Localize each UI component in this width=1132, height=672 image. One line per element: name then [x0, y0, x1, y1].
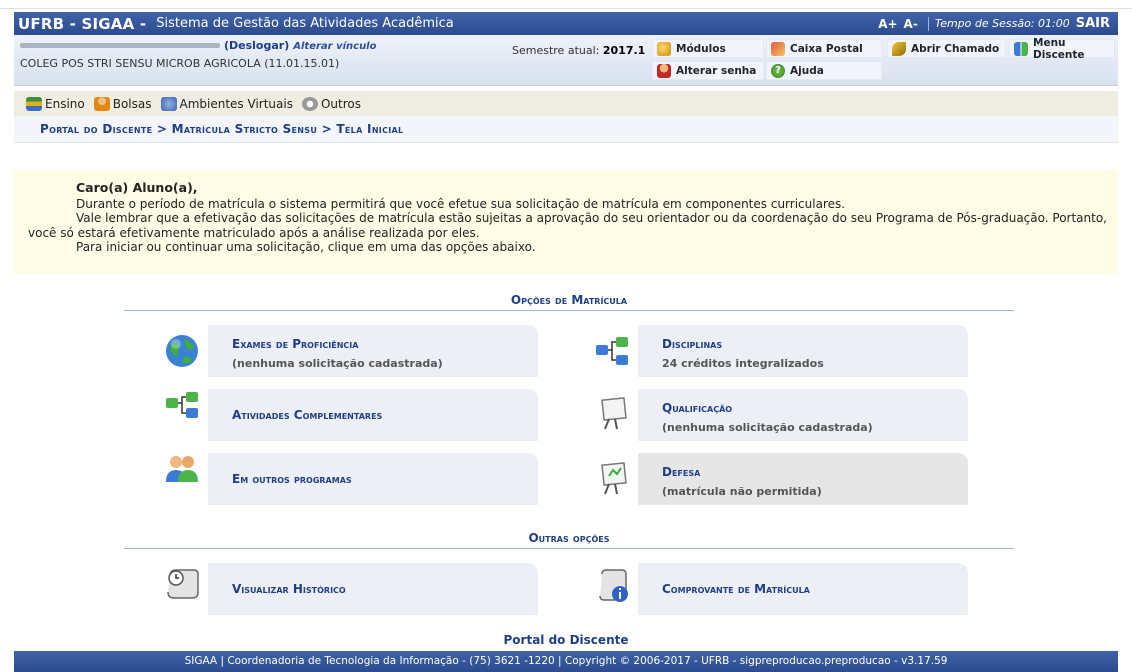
notice-line-2: Vale lembrar que a efetivação das solici… — [28, 211, 1107, 240]
menu-label: Abrir Chamado — [911, 42, 1000, 55]
option-subtitle: 24 créditos integralizados — [662, 357, 824, 370]
option-qualificacao[interactable]: Qualificação (nenhuma solicitação cadast… — [638, 389, 968, 441]
option-subtitle: (nenhuma solicitação cadastrada) — [232, 357, 443, 370]
books-icon — [26, 96, 42, 111]
info-notice: Caro(a) Aluno(a), Durante o período de m… — [14, 170, 1118, 274]
globe-icon — [166, 335, 198, 367]
font-increase-button[interactable]: A+ — [878, 17, 897, 31]
title-bar-controls: A+ A- Tempo de Sessão: 01:00 SAIR — [878, 16, 1118, 31]
option-exames-proficiencia[interactable]: Exames de Proficiência (nenhuma solicita… — [208, 325, 538, 377]
menu-label: Alterar senha — [676, 64, 757, 77]
nav-outros[interactable]: Outros — [301, 96, 361, 111]
ticket-icon — [892, 41, 906, 56]
notice-line-1: Durante o período de matrícula o sistema… — [76, 196, 846, 211]
student-menu-icon — [1014, 41, 1028, 56]
nav-ensino[interactable]: Ensino — [26, 96, 85, 111]
main-nav: Ensino Bolsas Ambientes Virtuais Outros — [14, 91, 1118, 116]
logout-button[interactable]: SAIR — [1076, 16, 1110, 31]
menu-ajuda[interactable]: ? Ajuda — [766, 61, 882, 80]
session-timer: Tempo de Sessão: 01:00 — [934, 17, 1070, 30]
option-subtitle: (nenhuma solicitação cadastrada) — [662, 421, 873, 434]
option-defesa: Defesa (matrícula não permitida) — [638, 453, 968, 505]
mailbox-icon — [771, 41, 785, 56]
option-em-outros-programas[interactable]: Em outros programas — [208, 453, 538, 505]
tree-icon — [166, 392, 198, 418]
option-visualizar-historico[interactable]: Visualizar Histórico — [208, 563, 538, 615]
nav-bolsas[interactable]: Bolsas — [93, 96, 152, 111]
option-title: Defesa — [662, 465, 701, 479]
help-icon: ? — [771, 63, 785, 78]
receipt-info-icon — [599, 569, 628, 602]
nav-label: Bolsas — [112, 96, 152, 111]
modules-icon — [657, 41, 671, 56]
font-decrease-button[interactable]: A- — [904, 17, 918, 31]
option-title: Qualificação — [662, 401, 733, 415]
current-semester: Semestre atual: 2017.1 — [512, 44, 645, 57]
menu-label: Módulos — [676, 42, 726, 55]
footer-bar: SIGAA | Coordenadoria de Tecnologia da I… — [14, 651, 1118, 672]
option-disciplinas[interactable]: Disciplinas 24 créditos integralizados — [638, 325, 968, 377]
menu-alterar-senha[interactable]: Alterar senha — [652, 61, 764, 80]
breadcrumb: Portal do Discente > Matrícula Stricto S… — [14, 116, 1118, 143]
menu-label: Menu Discente — [1033, 36, 1085, 61]
network-icon — [160, 96, 177, 111]
option-title: Em outros programas — [232, 472, 352, 486]
user-links: (Deslogar) Alterar vínculo — [224, 39, 376, 52]
presentation-board-icon — [601, 462, 627, 495]
semester-value: 2017.1 — [602, 44, 646, 57]
gear-icon — [301, 96, 318, 111]
title-bar: UFRB - SIGAA - Sistema de Gestão das Ati… — [14, 12, 1118, 35]
tree-icon — [596, 337, 628, 365]
footer-title: Portal do Discente — [503, 633, 629, 647]
menu-caixa-postal[interactable]: Caixa Postal — [766, 39, 882, 58]
presentation-board-icon — [601, 397, 627, 430]
menu-modulos[interactable]: Módulos — [652, 39, 764, 58]
password-icon — [657, 63, 671, 78]
users-icon — [166, 456, 198, 482]
redacted-username — [20, 43, 220, 48]
nav-label: Outros — [320, 96, 361, 111]
semester-label: Semestre atual: — [512, 44, 600, 57]
nav-ambientes-virtuais[interactable]: Ambientes Virtuais — [160, 96, 293, 111]
section-title-other: Outras opções — [124, 531, 1014, 549]
menu-label: Ajuda — [790, 64, 824, 77]
option-title: Comprovante de Matrícula — [662, 582, 810, 596]
deslogar-link[interactable]: (Deslogar) — [224, 39, 289, 52]
user-info-bar: (Deslogar) Alterar vínculo COLEG POS STRI… — [14, 35, 1118, 86]
section-title-options: Opções de Matrícula — [124, 293, 1014, 311]
option-title: Visualizar Histórico — [232, 582, 346, 596]
option-atividades-complementares[interactable]: Atividades Complementares — [208, 389, 538, 441]
menu-abrir-chamado[interactable]: Abrir Chamado — [887, 39, 1006, 58]
option-subtitle: (matrícula não permitida) — [662, 485, 822, 498]
option-title: Disciplinas — [662, 337, 723, 351]
menu-label: Caixa Postal — [790, 42, 863, 55]
nav-label: Ambientes Virtuais — [179, 96, 293, 111]
window-top-edge — [0, 0, 1132, 9]
notice-greeting: Caro(a) Aluno(a), — [76, 180, 198, 195]
person-icon — [93, 96, 110, 111]
course-name: COLEG POS STRI SENSU MICROB AGRICOLA (11… — [20, 57, 340, 70]
alterar-vinculo-link[interactable]: Alterar vínculo — [293, 41, 376, 52]
app-brand[interactable]: UFRB - SIGAA - — [14, 15, 146, 33]
history-scroll-icon — [167, 569, 199, 599]
nav-label: Ensino — [45, 96, 85, 111]
option-comprovante-matricula[interactable]: Comprovante de Matrícula — [638, 563, 968, 615]
option-title: Atividades Complementares — [232, 408, 383, 422]
system-name: Sistema de Gestão das Atividades Acadêmi… — [156, 16, 454, 31]
menu-discente[interactable]: Menu Discente — [1009, 36, 1115, 61]
divider — [927, 16, 929, 31]
notice-line-3: Para iniciar ou continuar uma solicitaçã… — [76, 240, 536, 254]
option-title: Exames de Proficiência — [232, 337, 359, 351]
